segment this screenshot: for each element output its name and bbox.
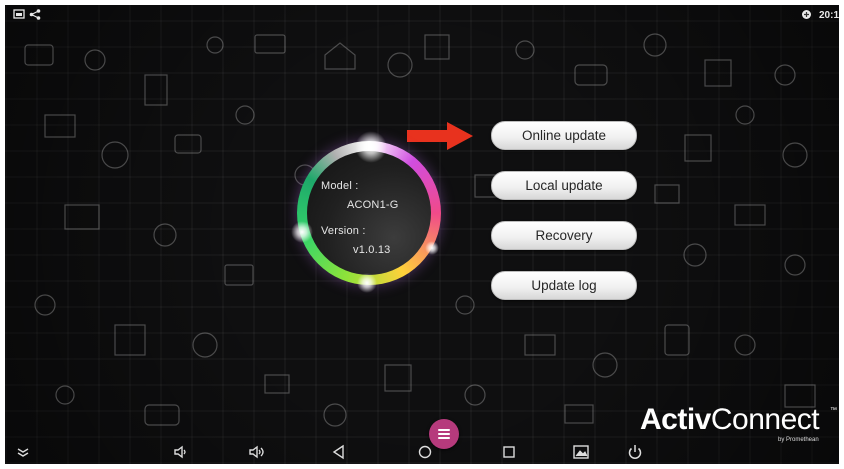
online-update-button[interactable]: Online update <box>491 121 637 150</box>
version-value: v1.0.13 <box>353 244 391 256</box>
version-label: Version : <box>321 225 366 237</box>
screenshot-icon[interactable] <box>571 443 591 461</box>
update-screen: 20:1 Model : ACON1-G Version : v1.0.13 O… <box>5 5 839 464</box>
device-info-ring: Model : ACON1-G Version : v1.0.13 <box>291 131 453 297</box>
info-disc <box>307 151 431 275</box>
home-icon[interactable] <box>415 443 435 461</box>
model-label: Model : <box>321 180 359 192</box>
flare-left <box>291 221 313 243</box>
volume-up-icon[interactable] <box>247 443 267 461</box>
status-clock: 20:1 <box>818 10 839 21</box>
recovery-button[interactable]: Recovery <box>491 221 637 250</box>
power-icon[interactable] <box>625 443 645 461</box>
model-value: ACON1-G <box>347 199 399 211</box>
screenshot-icon <box>13 9 25 23</box>
brand-trademark: ™ <box>830 407 837 414</box>
back-icon[interactable] <box>329 443 349 461</box>
menu-icon <box>438 429 450 431</box>
volume-down-icon[interactable] <box>171 443 191 461</box>
activconnect-logo: ActivConnect ™ by Promethean <box>640 403 837 443</box>
collapse-icon[interactable] <box>13 443 33 461</box>
recent-apps-icon[interactable] <box>499 443 519 461</box>
flare-bottom <box>357 273 377 293</box>
network-icon <box>801 9 812 23</box>
update-log-button[interactable]: Update log <box>491 271 637 300</box>
navigation-bar <box>5 441 839 464</box>
status-bar: 20:1 <box>5 5 839 27</box>
brand-name: ActivConnect <box>640 403 820 436</box>
flare-top <box>355 131 387 163</box>
flare-right <box>425 241 439 255</box>
share-icon <box>29 9 41 23</box>
local-update-button[interactable]: Local update <box>491 171 637 200</box>
